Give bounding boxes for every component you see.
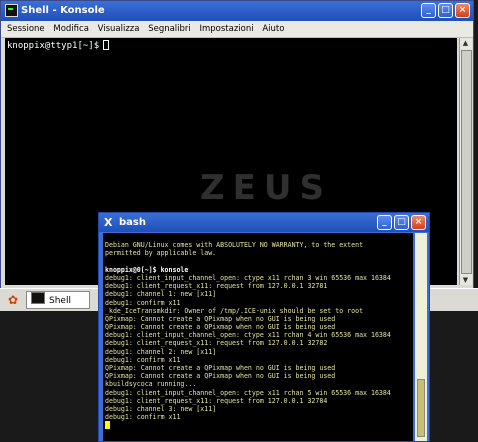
konsole-titlebar[interactable]: Shell - Konsole _ □ × xyxy=(1,1,473,21)
terminal-line: QPixmap: Cannot create a QPixmap when no… xyxy=(105,364,336,372)
maximize-icon[interactable]: □ xyxy=(438,3,453,18)
terminal-line: permitted by applicable law. xyxy=(105,249,217,258)
terminal-line: debug1: confirm x11 xyxy=(105,413,181,422)
terminal-cursor xyxy=(105,421,110,430)
taskbar-shell-label: Shell xyxy=(49,296,71,306)
terminal-icon xyxy=(31,292,45,304)
terminal-line: debug1: client_request_x11: request from… xyxy=(105,282,328,291)
kde-menu-icon[interactable]: ✿ xyxy=(4,292,22,308)
terminal-line: _kde_IceTransmkdir: Owner of /tmp/.ICE-u… xyxy=(105,306,364,315)
terminal-line: debug1: channel 1: new [x11] xyxy=(105,290,217,299)
menu-segnalibri[interactable]: Segnalibri xyxy=(148,21,191,37)
terminal-line: debug1: client_request_x11: request from… xyxy=(105,339,328,348)
scrollbar-thumb[interactable] xyxy=(417,379,425,437)
menu-modifica[interactable]: Modifica xyxy=(53,21,89,37)
terminal-line: debug1: confirm x11 xyxy=(105,298,181,307)
bash-title: bash xyxy=(119,217,146,228)
bash-output: Debian GNU/Linux comes with ABSOLUTELY N… xyxy=(103,233,413,421)
terminal-icon xyxy=(5,4,18,17)
terminal-line: QPixmap: Cannot create a QPixmap when no… xyxy=(105,372,336,381)
terminal-line: knoppix@0[~]$ konsole xyxy=(105,265,189,274)
menu-impostazioni[interactable]: Impostazioni xyxy=(199,21,253,37)
bash-window: X bash _ □ × Debian GNU/Linux comes with… xyxy=(98,212,430,442)
terminal-line: debug1: client_input_channel_open: ctype… xyxy=(105,331,391,340)
terminal-line: QPixmap: Cannot create a QPixmap when no… xyxy=(105,314,336,323)
konsole-prompt: knoppix@ttyp1[~]$ xyxy=(7,41,100,51)
minimize-icon[interactable]: _ xyxy=(421,3,436,18)
terminal-line: Debian GNU/Linux comes with ABSOLUTELY N… xyxy=(105,241,364,250)
x-icon: X xyxy=(104,216,113,229)
bash-scrollbar[interactable] xyxy=(415,233,427,441)
scroll-down-icon[interactable]: ▼ xyxy=(461,275,470,285)
konsole-title: Shell - Konsole xyxy=(21,5,105,16)
terminal-line: debug1: client_input_channel_open: ctype… xyxy=(105,388,391,397)
menu-aiuto[interactable]: Aiuto xyxy=(262,21,284,37)
terminal-line: debug1: channel 2: new [x11] xyxy=(105,347,217,356)
maximize-icon[interactable]: □ xyxy=(394,215,409,230)
close-icon[interactable]: × xyxy=(411,215,426,230)
close-icon[interactable]: × xyxy=(455,3,470,18)
menu-visualizza[interactable]: Visualizza xyxy=(98,21,140,37)
menu-sessione[interactable]: Sessione xyxy=(7,21,45,37)
terminal-line: debug1: client_input_channel_open: ctype… xyxy=(105,273,391,282)
taskbar-shell-button[interactable]: Shell xyxy=(26,291,90,309)
terminal-line: kbuildsycoca running... xyxy=(105,380,197,389)
terminal-cursor xyxy=(103,40,110,50)
scroll-up-icon[interactable]: ▲ xyxy=(461,38,470,48)
terminal-line: QPixmap: Cannot create a QPixmap when no… xyxy=(105,323,336,332)
bash-titlebar[interactable]: X bash _ □ × xyxy=(99,213,429,232)
terminal-line: debug1: client_request_x11: request from… xyxy=(105,396,328,405)
terminal-line: debug1: confirm x11 xyxy=(105,355,181,364)
bash-terminal[interactable]: Debian GNU/Linux comes with ABSOLUTELY N… xyxy=(103,233,413,441)
minimize-icon[interactable]: _ xyxy=(377,215,392,230)
terminal-line: debug1: channel 3: new [x11] xyxy=(105,404,217,413)
konsole-menubar: Sessione Modifica Visualizza Segnalibri … xyxy=(1,21,473,38)
